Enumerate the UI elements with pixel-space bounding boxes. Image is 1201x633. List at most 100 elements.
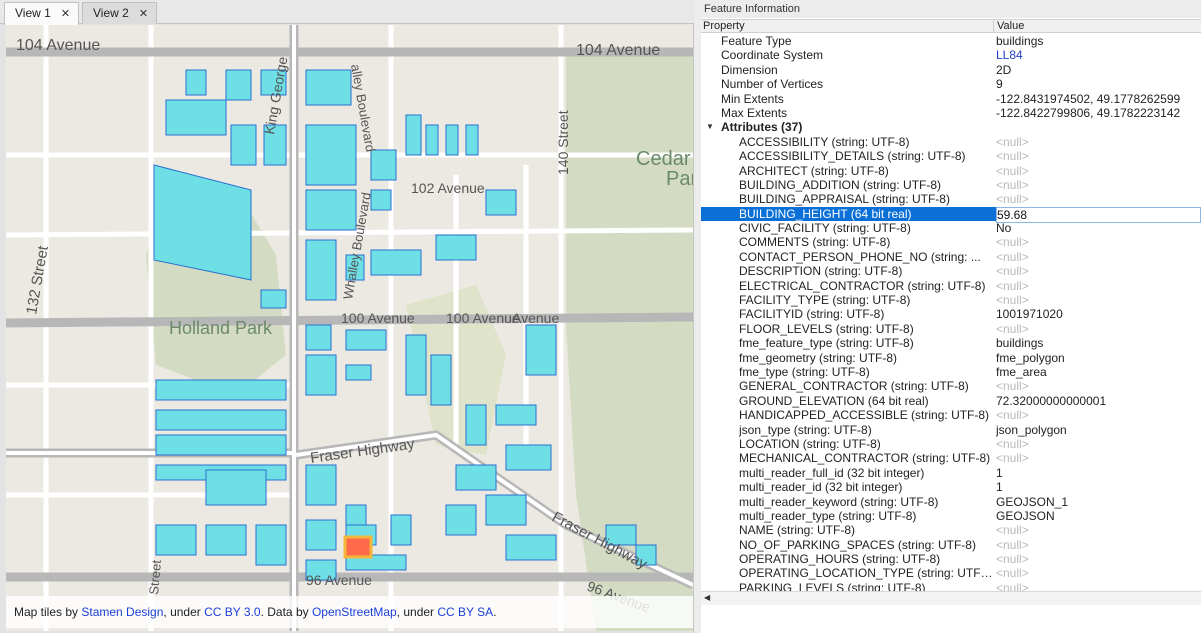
table-row[interactable]: FLOOR_LEVELS (string: UTF-8) <null> bbox=[701, 322, 1201, 336]
table-row[interactable]: Number of Vertices 9 bbox=[701, 77, 1201, 91]
label-102-avenue: 102 Avenue bbox=[411, 180, 485, 196]
property-value: <null> bbox=[996, 523, 1029, 538]
property-name: MECHANICAL_CONTRACTOR (string: UTF-8) bbox=[739, 451, 991, 466]
table-row[interactable]: FACILITYID (string: UTF-8) 1001971020 bbox=[701, 307, 1201, 321]
property-value: GEOJSON_1 bbox=[996, 494, 1069, 509]
table-row[interactable]: Min Extents -122.8431974502, 49.177826259… bbox=[701, 92, 1201, 106]
table-row[interactable]: PARKING_LEVELS (string: UTF-8) <null> bbox=[701, 581, 1201, 591]
property-value: 1001971020 bbox=[996, 307, 1063, 322]
attributes-group-row[interactable]: ▼ Attributes (37) bbox=[701, 120, 1201, 134]
property-value: <null> bbox=[996, 451, 1029, 466]
table-row[interactable]: NO_OF_PARKING_SPACES (string: UTF-8) <nul… bbox=[701, 538, 1201, 552]
scroll-left-icon[interactable]: ◀ bbox=[704, 593, 710, 602]
table-row[interactable]: multi_reader_full_id (32 bit integer) 1 bbox=[701, 466, 1201, 480]
value-column-header[interactable]: Value bbox=[993, 20, 1024, 33]
property-value: <null> bbox=[996, 566, 1029, 581]
close-icon[interactable]: ✕ bbox=[61, 7, 70, 25]
table-row[interactable]: fme_feature_type (string: UTF-8) building… bbox=[701, 336, 1201, 350]
map-svg: 104 Avenue 104 Avenue King George alley … bbox=[6, 25, 693, 631]
property-name: HANDICAPPED_ACCESSIBLE (string: UTF-8) bbox=[739, 408, 990, 423]
property-value: <null> bbox=[996, 293, 1029, 308]
table-row[interactable]: BUILDING_APPRAISAL (string: UTF-8) <null> bbox=[701, 192, 1201, 206]
table-row[interactable]: fme_type (string: UTF-8) fme_area bbox=[701, 365, 1201, 379]
table-row[interactable]: ACCESSIBILITY_DETAILS (string: UTF-8) <nu… bbox=[701, 149, 1201, 163]
map-attribution: Map tiles by Stamen Design, under CC BY … bbox=[6, 596, 693, 628]
horizontal-scrollbar[interactable]: ◀ bbox=[701, 591, 1201, 605]
property-value: -122.8422799806, 49.1782223142 bbox=[996, 105, 1181, 120]
property-value: <null> bbox=[996, 163, 1029, 178]
tab-view-1[interactable]: View 1 ✕ bbox=[4, 2, 80, 25]
stamen-link[interactable]: Stamen Design bbox=[81, 605, 163, 619]
table-row[interactable]: GROUND_ELEVATION (64 bit real) 72.3200000… bbox=[701, 394, 1201, 408]
property-name: DESCRIPTION (string: UTF-8) bbox=[739, 264, 903, 279]
property-value: 9 bbox=[996, 77, 1003, 92]
table-row[interactable]: ELECTRICAL_CONTRACTOR (string: UTF-8) <nu… bbox=[701, 279, 1201, 293]
property-name: NO_OF_PARKING_SPACES (string: UTF-8) bbox=[739, 537, 976, 552]
property-name: Dimension bbox=[721, 62, 778, 77]
property-value: <null> bbox=[996, 580, 1029, 591]
table-row[interactable]: OPERATING_LOCATION_TYPE (string: UTF-8) <… bbox=[701, 566, 1201, 580]
property-value: <null> bbox=[996, 321, 1029, 336]
property-name: fme_type (string: UTF-8) bbox=[739, 364, 870, 379]
table-row[interactable]: fme_geometry (string: UTF-8) fme_polygon bbox=[701, 351, 1201, 365]
property-name: ELECTRICAL_CONTRACTOR (string: UTF-8) bbox=[739, 278, 986, 293]
table-row[interactable]: Max Extents -122.8422799806, 49.178222314… bbox=[701, 106, 1201, 120]
osm-link[interactable]: OpenStreetMap bbox=[312, 605, 397, 619]
label-104-avenue-left: 104 Avenue bbox=[16, 37, 100, 54]
property-value: <null> bbox=[996, 552, 1029, 567]
property-value: buildings bbox=[996, 336, 1044, 351]
property-value: <null> bbox=[996, 249, 1029, 264]
table-row[interactable]: multi_reader_type (string: UTF-8) GEOJSON bbox=[701, 509, 1201, 523]
table-row[interactable]: multi_reader_keyword (string: UTF-8) GEOJ… bbox=[701, 495, 1201, 509]
property-name: FLOOR_LEVELS (string: UTF-8) bbox=[739, 321, 914, 336]
table-row[interactable]: Coordinate System LL84 bbox=[701, 48, 1201, 62]
table-row[interactable]: OPERATING_HOURS (string: UTF-8) <null> bbox=[701, 552, 1201, 566]
property-name: LOCATION (string: UTF-8) bbox=[739, 436, 881, 451]
table-row[interactable]: ARCHITECT (string: UTF-8) <null> bbox=[701, 164, 1201, 178]
property-name: GENERAL_CONTRACTOR (string: UTF-8) bbox=[739, 379, 969, 394]
table-row[interactable]: BUILDING_ADDITION (string: UTF-8) <null> bbox=[701, 178, 1201, 192]
property-name: NAME (string: UTF-8) bbox=[739, 523, 856, 538]
property-name: multi_reader_full_id (32 bit integer) bbox=[739, 465, 925, 480]
table-row[interactable]: CONTACT_PERSON_PHONE_NO (string: ... <nul… bbox=[701, 250, 1201, 264]
view-tab-bar: View 1 ✕ View 2 ✕ bbox=[0, 0, 694, 25]
property-name: Number of Vertices bbox=[721, 77, 824, 92]
table-row[interactable]: CIVIC_FACILITY (string: UTF-8) No bbox=[701, 221, 1201, 235]
property-column-header[interactable]: Property bbox=[703, 20, 745, 32]
cc-by-link[interactable]: CC BY 3.0 bbox=[204, 605, 260, 619]
property-name: ACCESSIBILITY_DETAILS (string: UTF-8) bbox=[739, 149, 966, 164]
map-canvas[interactable]: 104 Avenue 104 Avenue King George alley … bbox=[6, 25, 693, 631]
table-row[interactable]: HANDICAPPED_ACCESSIBLE (string: UTF-8) <n… bbox=[701, 408, 1201, 422]
table-row[interactable]: NAME (string: UTF-8) <null> bbox=[701, 523, 1201, 537]
table-row[interactable]: GENERAL_CONTRACTOR (string: UTF-8) <null> bbox=[701, 379, 1201, 393]
label-96-avenue-left: 96 Avenue bbox=[306, 572, 372, 588]
property-name: OPERATING_LOCATION_TYPE (string: UTF-8) bbox=[739, 566, 993, 581]
tab-view-2[interactable]: View 2 ✕ bbox=[82, 2, 158, 24]
property-value: 2D bbox=[996, 62, 1012, 77]
table-row[interactable]: LOCATION (string: UTF-8) <null> bbox=[701, 437, 1201, 451]
property-table[interactable]: Feature Type buildings Coordinate System LL… bbox=[701, 34, 1201, 591]
table-row[interactable]: COMMENTS (string: UTF-8) <null> bbox=[701, 235, 1201, 249]
table-row[interactable]: Feature Type buildings bbox=[701, 34, 1201, 48]
table-row[interactable]: Dimension 2D bbox=[701, 63, 1201, 77]
property-name: Attributes (37) bbox=[721, 120, 803, 135]
property-value: GEOJSON bbox=[996, 508, 1055, 523]
close-icon[interactable]: ✕ bbox=[139, 7, 148, 24]
selected-building[interactable] bbox=[343, 535, 373, 559]
tab-label: View 2 bbox=[93, 6, 129, 20]
table-row[interactable]: DESCRIPTION (string: UTF-8) <null> bbox=[701, 264, 1201, 278]
property-name: CONTACT_PERSON_PHONE_NO (string: ... bbox=[739, 249, 981, 264]
property-value: <null> bbox=[996, 134, 1029, 149]
table-row[interactable]: ACCESSIBILITY (string: UTF-8) <null> bbox=[701, 135, 1201, 149]
table-row[interactable]: json_type (string: UTF-8) json_polygon bbox=[701, 423, 1201, 437]
expand-toggle-icon[interactable]: ▼ bbox=[706, 120, 714, 134]
table-row[interactable]: multi_reader_id (32 bit integer) 1 bbox=[701, 480, 1201, 494]
cc-by-sa-link[interactable]: CC BY SA bbox=[437, 605, 493, 619]
property-value: <null> bbox=[996, 149, 1029, 164]
table-row[interactable]: BUILDING_HEIGHT (64 bit real) 59.68 bbox=[701, 206, 1201, 224]
table-row[interactable]: FACILITY_TYPE (string: UTF-8) <null> bbox=[701, 293, 1201, 307]
attribution-text: , under bbox=[396, 605, 438, 619]
table-row[interactable]: MECHANICAL_CONTRACTOR (string: UTF-8) <nu… bbox=[701, 451, 1201, 465]
label-104-avenue-right: 104 Avenue bbox=[576, 42, 660, 59]
label-100-avenue-b: 100 Avenue bbox=[446, 310, 520, 326]
